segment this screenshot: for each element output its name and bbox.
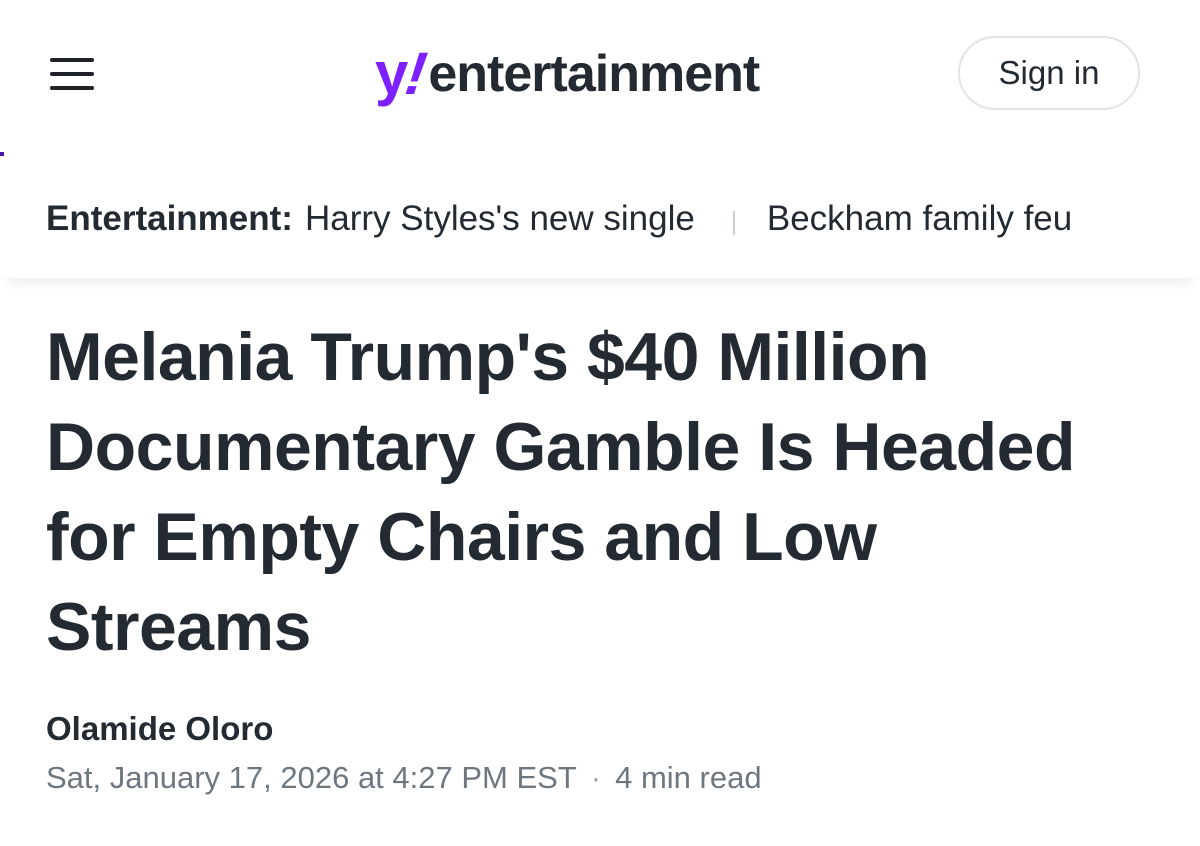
menu-line [50,86,94,90]
article-meta: Sat, January 17, 2026 at 4:27 PM EST · 4 m… [46,760,762,796]
article-author[interactable]: Olamide Oloro [46,710,273,748]
yahoo-entertainment-logo[interactable]: y ! entertainment [375,38,760,110]
trending-row: Entertainment: Harry Styles's new single… [46,194,1156,244]
trending-label: Entertainment: [46,199,293,238]
menu-line [50,58,94,62]
trending-link[interactable]: Harry Styles's new single [305,199,695,239]
sign-in-button[interactable]: Sign in [958,36,1140,110]
article-headline: Melania Trump's $40 Million Documentary … [46,319,1076,665]
trending-fade [1086,194,1156,244]
site-header: y ! entertainment Sign in [0,0,1200,150]
publish-date: Sat, January 17, 2026 at 4:27 PM EST [46,760,577,795]
read-time: 4 min read [615,760,762,795]
logo-y: y [375,40,408,107]
accent-mark [0,152,4,156]
menu-line [50,72,94,76]
trending-bar: Entertainment: Harry Styles's new single… [0,160,1200,278]
meta-separator: · [590,760,602,795]
logo-wordmark: entertainment [428,45,760,103]
trending-divider [732,211,735,235]
hamburger-menu-icon[interactable] [50,56,96,94]
logo-bang: ! [401,40,432,107]
trending-link[interactable]: Beckham family feu [767,199,1072,239]
